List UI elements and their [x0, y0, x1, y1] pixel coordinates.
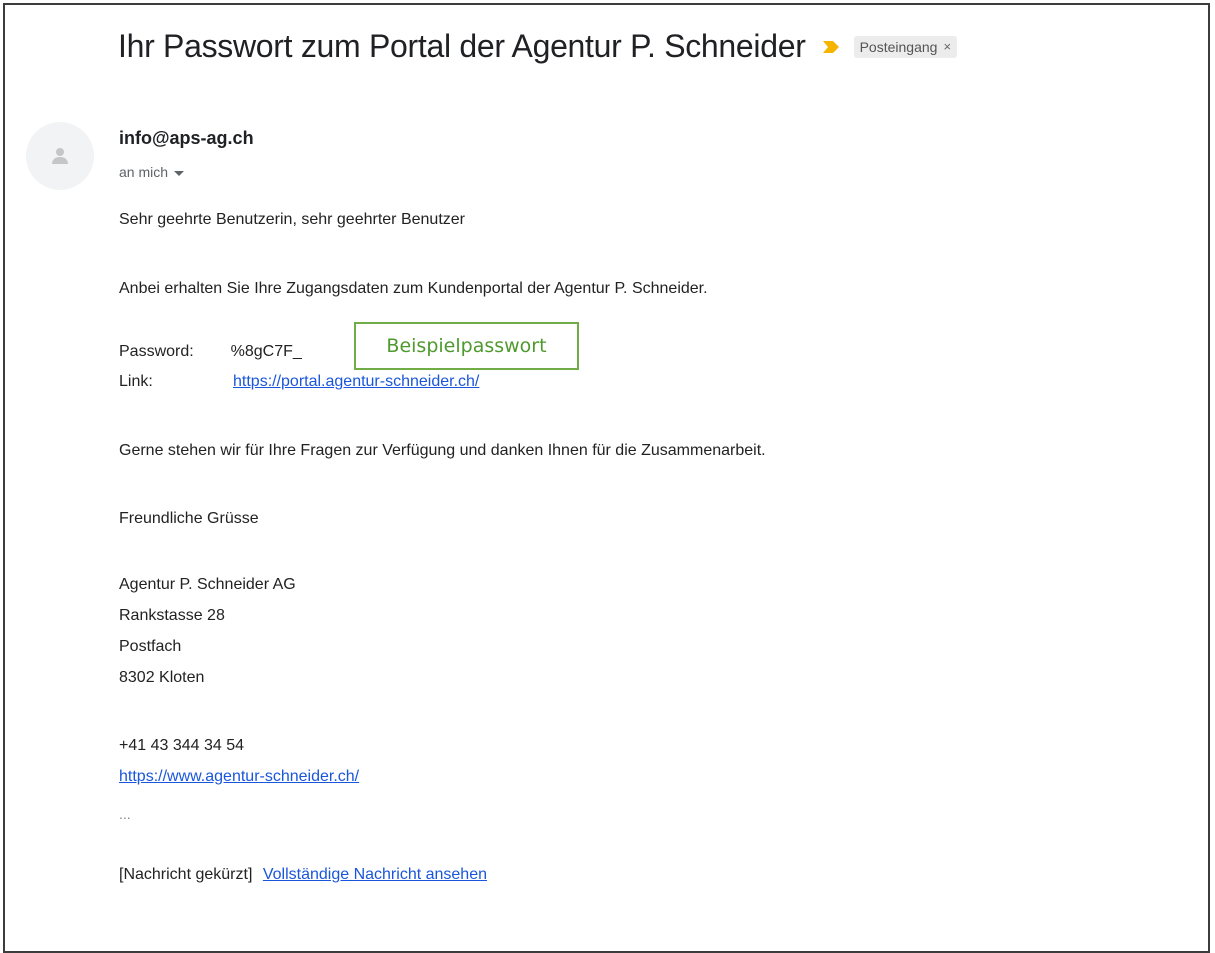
signature-phone: +41 43 344 34 54	[119, 737, 245, 754]
importance-marker-icon[interactable]	[822, 38, 840, 56]
email-subject: Ihr Passwort zum Portal der Agentur P. S…	[118, 28, 806, 64]
signature-company: Agentur P. Schneider AG	[119, 576, 296, 593]
quoted-text-ellipsis[interactable]: ...	[119, 806, 131, 822]
regards: Freundliche Grüsse	[119, 510, 259, 527]
signature-street: Rankstasse 28	[119, 607, 225, 624]
website-link[interactable]: https://www.agentur-schneider.ch/	[119, 768, 359, 785]
closing-line: Gerne stehen wir für Ihre Fragen zur Ver…	[119, 442, 766, 459]
greeting: Sehr geehrte Benutzerin, sehr geehrter B…	[119, 211, 465, 228]
view-full-message-link[interactable]: Vollständige Nachricht ansehen	[263, 866, 487, 883]
remove-label-icon[interactable]: ×	[943, 39, 951, 54]
sender-avatar	[26, 122, 94, 190]
sender-address[interactable]: info@aps-ag.ch	[119, 128, 254, 149]
label-chip-text: Posteingang	[859, 38, 938, 55]
portal-link[interactable]: https://portal.agentur-schneider.ch/	[233, 373, 479, 390]
intro-text: Anbei erhalten Sie Ihre Zugangsdaten zum…	[119, 280, 708, 297]
password-line: Password: %8gC7F_	[119, 343, 302, 361]
recipient-text: an mich	[119, 164, 169, 180]
label-chip-inbox[interactable]: Posteingang ×	[853, 35, 958, 58]
link-label: Link:	[119, 373, 153, 390]
truncated-line: [Nachricht gekürzt] Vollständige Nachric…	[119, 866, 487, 884]
signature-website-line: https://www.agentur-schneider.ch/	[119, 768, 359, 786]
signature-pobox: Postfach	[119, 638, 182, 655]
default-avatar-icon	[52, 148, 68, 164]
password-value: %8gC7F_	[230, 343, 302, 360]
chevron-down-icon	[174, 170, 185, 176]
link-line: Link: https://portal.agentur-schneider.ch…	[119, 373, 479, 391]
signature-city: 8302 Kloten	[119, 669, 205, 686]
password-label: Password:	[119, 343, 194, 360]
example-password-annotation: Beispielpasswort	[354, 322, 579, 370]
subject-row: Ihr Passwort zum Portal der Agentur P. S…	[118, 28, 958, 65]
truncated-note: [Nachricht gekürzt]	[119, 866, 253, 883]
recipient-details-toggle[interactable]: an mich	[119, 164, 185, 180]
